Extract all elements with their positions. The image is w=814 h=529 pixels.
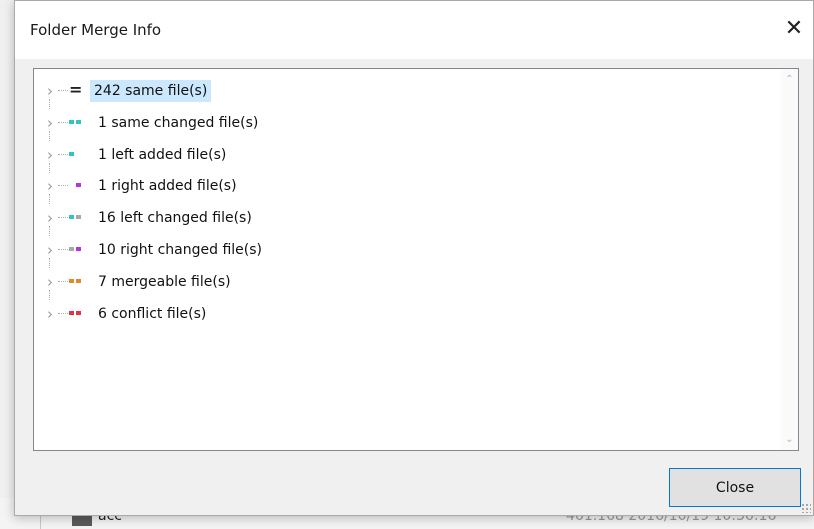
resize-grip-icon[interactable] (801, 503, 811, 513)
expand-chevron-icon[interactable]: › (44, 272, 56, 292)
tree-connector (49, 194, 50, 205)
tree-item-label: 10 right changed file(s) (98, 242, 263, 258)
folder-merge-info-dialog: Folder Merge Info ✕ ⌃ ⌄ › = 242 same file(… (14, 0, 814, 516)
tree-item-label: 1 left added file(s) (98, 146, 227, 163)
tree-connector (49, 289, 50, 300)
close-icon[interactable]: ✕ (779, 14, 809, 44)
status-mark (69, 151, 74, 156)
tree-item[interactable]: › 10 right changed file(s) (34, 236, 764, 268)
tree-connector (58, 280, 68, 282)
tree-connector (49, 226, 50, 237)
scroll-up-arrow-icon[interactable]: ⌃ (781, 71, 798, 88)
close-button[interactable]: Close (669, 468, 801, 507)
equal-icon: = (69, 80, 83, 99)
tree-item-label: 6 conflict file(s) (98, 305, 207, 322)
tree-item[interactable]: › 1 left added file(s) (34, 141, 764, 173)
status-mark (69, 247, 74, 251)
status-mark (76, 215, 81, 220)
tree-item-label: 7 mergeable file(s) (98, 273, 231, 290)
status-mark (69, 310, 74, 315)
tree-connector (49, 130, 50, 141)
tree-item-label: 16 left changed file(s) (98, 210, 252, 227)
tree-item[interactable]: › 6 conflict file(s) (34, 300, 764, 328)
status-mark (76, 278, 81, 283)
tree-item[interactable]: › 16 left changed file(s) (34, 204, 764, 237)
expand-chevron-icon[interactable]: › (44, 208, 56, 228)
expand-chevron-icon[interactable]: › (44, 81, 56, 101)
tree-connector (58, 90, 68, 91)
status-mark (69, 119, 74, 124)
title-bar: Folder Merge Info ✕ (15, 1, 813, 59)
status-mark (69, 215, 74, 220)
status-mark (76, 310, 81, 315)
tree-connector (58, 249, 68, 250)
dialog-title: Folder Merge Info (30, 21, 162, 39)
expand-chevron-icon[interactable]: › (44, 176, 56, 196)
expand-chevron-icon[interactable]: › (44, 304, 56, 324)
tree-item[interactable]: › 1 same changed file(s) (34, 109, 764, 141)
expand-chevron-icon[interactable]: › (44, 145, 56, 165)
tree-item[interactable]: › 1 right added file(s) (34, 172, 764, 205)
merge-info-tree[interactable]: ⌃ ⌄ › = 242 same file(s) › 1 same changed fi… (33, 68, 799, 451)
tree-connector (49, 99, 50, 109)
tree-connector (58, 217, 68, 219)
tree-connector (58, 121, 68, 123)
tree-item[interactable]: › = 242 same file(s) (34, 77, 764, 109)
tree-item[interactable]: › 7 mergeable file(s) (34, 268, 764, 300)
tree-item-label: 1 right added file(s) (98, 178, 237, 195)
vertical-scrollbar[interactable]: ⌃ ⌄ (781, 69, 798, 450)
tree-item-label: 242 same file(s) (90, 80, 212, 102)
tree-item-label: 1 same changed file(s) (98, 114, 259, 131)
tree-connector (58, 153, 68, 155)
status-mark (69, 278, 74, 283)
scroll-down-arrow-icon[interactable]: ⌄ (781, 431, 798, 448)
tree-connector (49, 258, 50, 268)
status-mark (76, 247, 81, 251)
expand-chevron-icon[interactable]: › (44, 240, 56, 260)
tree-connector (49, 162, 50, 173)
tree-connector (58, 185, 68, 187)
expand-chevron-icon[interactable]: › (44, 113, 56, 133)
status-mark (76, 119, 81, 124)
tree-connector (58, 312, 68, 314)
status-mark (76, 183, 81, 188)
